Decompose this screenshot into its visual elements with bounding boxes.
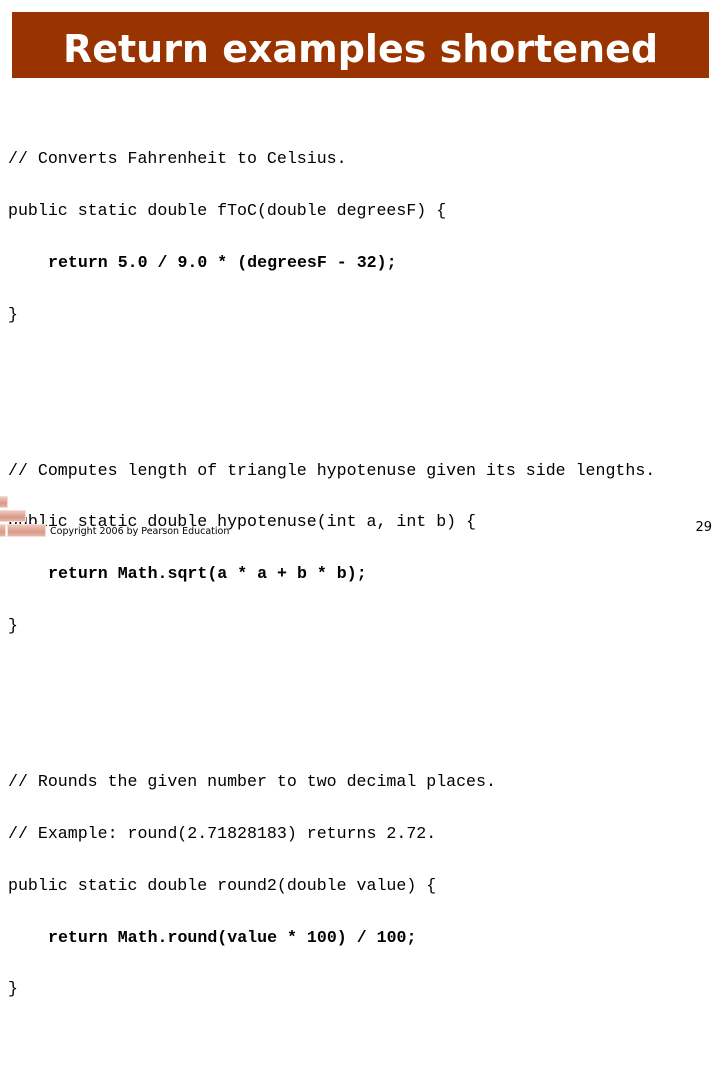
code-method-signature: public static double fToC(double degrees…	[8, 201, 447, 221]
page-number: 29	[695, 520, 712, 535]
code-closing-brace: }	[8, 616, 18, 636]
code-area: // Converts Fahrenheit to Celsius. publi…	[8, 81, 720, 1080]
slide-title: Return examples shortened	[62, 27, 659, 71]
brick	[7, 524, 46, 537]
footer-copyright: Copyright 2006 by Pearson Education	[50, 526, 230, 537]
code-block-round2: // Rounds the given number to two decima…	[8, 738, 720, 1032]
code-closing-brace: }	[8, 304, 18, 324]
brick	[0, 496, 8, 508]
brick	[0, 510, 26, 522]
code-return-statement: return Math.sqrt(a * a + b * b);	[48, 564, 367, 584]
code-block-hypotenuse: // Computes length of triangle hypotenus…	[8, 427, 720, 669]
brick	[0, 524, 6, 537]
code-block-ftoc: // Converts Fahrenheit to Celsius. publi…	[8, 116, 720, 358]
code-comment: // Converts Fahrenheit to Celsius.	[8, 149, 347, 169]
brick-decoration-icon	[0, 494, 50, 540]
code-comment: // Example: round(2.71828183) returns 2.…	[8, 823, 437, 843]
code-comment: // Computes length of triangle hypotenus…	[8, 460, 656, 480]
code-comment: // Rounds the given number to two decima…	[8, 771, 496, 791]
code-return-statement: return Math.round(value * 100) / 100;	[48, 927, 417, 947]
code-method-signature: public static double round2(double value…	[8, 875, 437, 895]
code-closing-brace: }	[8, 979, 18, 999]
slide-title-bar: Return examples shortened	[12, 12, 709, 78]
code-return-statement: return 5.0 / 9.0 * (degreesF - 32);	[48, 252, 397, 272]
